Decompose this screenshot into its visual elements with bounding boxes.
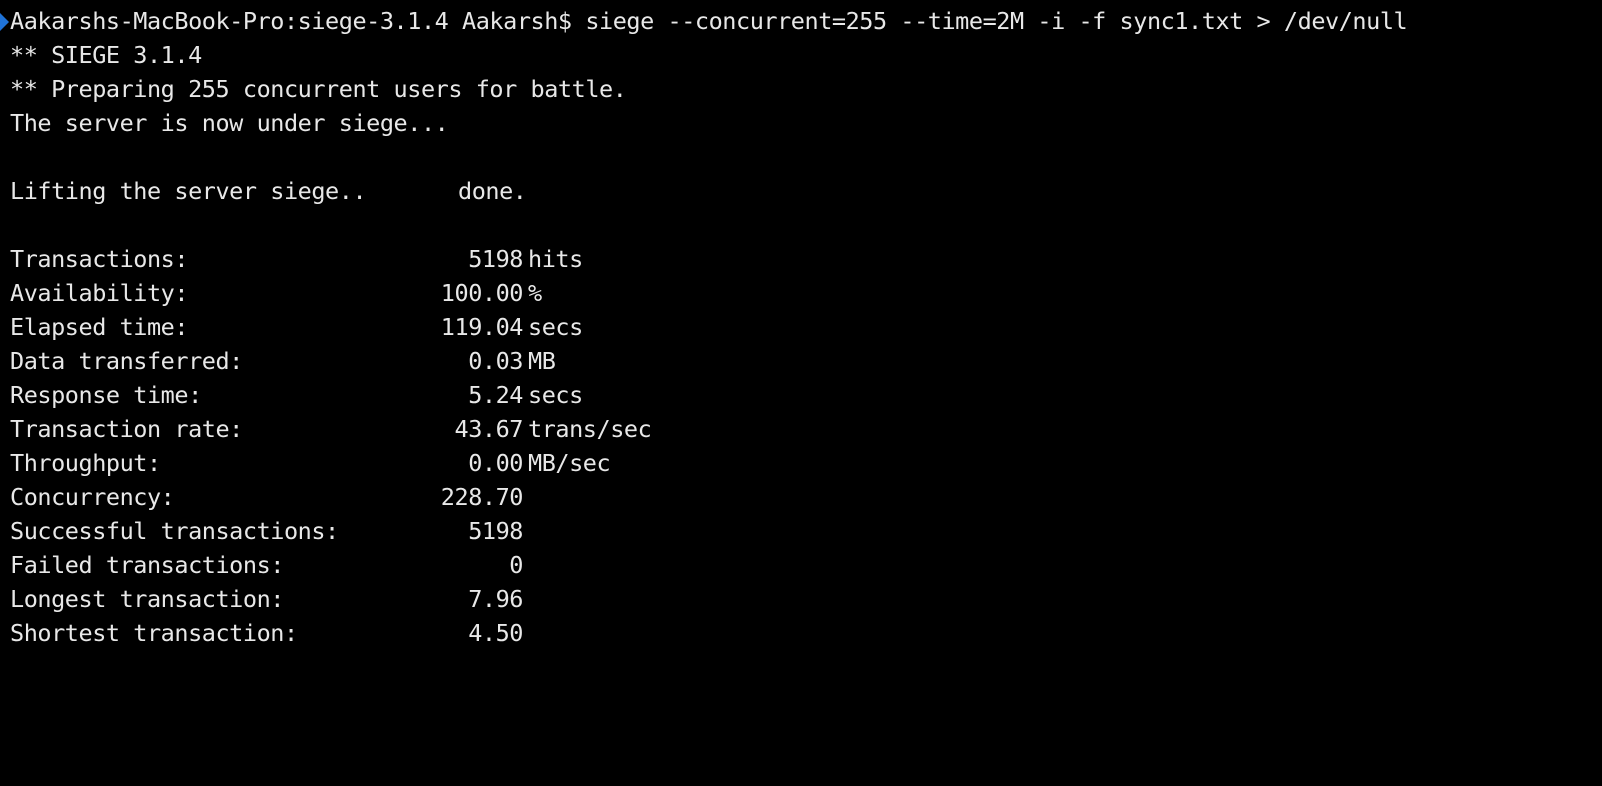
stat-row-elapsed-time: Elapsed time: 119.04 secs xyxy=(10,310,1602,344)
stat-label: Data transferred: xyxy=(10,347,243,375)
stat-value: 7.96 xyxy=(468,585,523,613)
stat-label: Concurrency: xyxy=(10,483,175,511)
stat-row-successful-transactions: Successful transactions: 5198 xyxy=(10,514,1602,548)
stat-label: Transaction rate: xyxy=(10,415,243,443)
stat-value: 43.67 xyxy=(454,415,524,443)
lift-siege-status: done. xyxy=(458,177,527,205)
stat-label: Elapsed time: xyxy=(10,313,189,341)
stat-value: 119.04 xyxy=(440,313,524,341)
stat-row-concurrency: Concurrency: 228.70 xyxy=(10,480,1602,514)
output-line: ** SIEGE 3.1.4 xyxy=(10,41,202,69)
output-line: ** Preparing 255 concurrent users for ba… xyxy=(10,75,627,103)
stat-row-transactions: Transactions: 5198 hits xyxy=(10,242,1602,276)
stat-unit: % xyxy=(528,279,542,307)
terminal-window[interactable]: Aakarshs-MacBook-Pro:siege-3.1.4 Aakarsh… xyxy=(0,0,1602,672)
stat-row-transaction-rate: Transaction rate: 43.67 trans/sec xyxy=(10,412,1602,446)
stat-value: 0.00 xyxy=(468,449,523,477)
stat-row-data-transferred: Data transferred: 0.03 MB xyxy=(10,344,1602,378)
output-line: The server is now under siege... xyxy=(10,109,449,137)
stat-value: 5198 xyxy=(468,517,523,545)
stat-row-throughput: Throughput: 0.00 MB/sec xyxy=(10,446,1602,480)
stat-value: 0.03 xyxy=(468,347,523,375)
stat-unit: MB xyxy=(528,347,556,375)
stat-unit: secs xyxy=(528,313,583,341)
command-prompt-line: Aakarshs-MacBook-Pro:siege-3.1.4 Aakarsh… xyxy=(10,7,1408,35)
stat-label: Successful transactions: xyxy=(10,517,339,545)
stat-label: Transactions: xyxy=(10,245,189,273)
stat-value: 228.70 xyxy=(440,483,524,511)
lift-siege-text: Lifting the server siege.. xyxy=(10,177,367,205)
stat-unit: trans/sec xyxy=(528,415,652,443)
stat-label: Throughput: xyxy=(10,449,161,477)
stat-value: 4.50 xyxy=(468,619,523,647)
command-mark-icon xyxy=(0,13,9,31)
stat-label: Failed transactions: xyxy=(10,551,284,579)
lift-siege-line: Lifting the server siege.. done. xyxy=(10,174,1602,208)
stat-unit: MB/sec xyxy=(528,449,611,477)
stat-unit: hits xyxy=(528,245,583,273)
stat-value: 5.24 xyxy=(468,381,523,409)
stat-value: 100.00 xyxy=(440,279,524,307)
stat-row-longest-transaction: Longest transaction: 7.96 xyxy=(10,582,1602,616)
stat-label: Response time: xyxy=(10,381,202,409)
stat-row-availability: Availability: 100.00 % xyxy=(10,276,1602,310)
stat-value: 5198 xyxy=(468,245,523,273)
stat-label: Longest transaction: xyxy=(10,585,284,613)
stat-unit: secs xyxy=(528,381,583,409)
stat-row-shortest-transaction: Shortest transaction: 4.50 xyxy=(10,616,1602,650)
stat-label: Shortest transaction: xyxy=(10,619,298,647)
stat-row-failed-transactions: Failed transactions: 0 xyxy=(10,548,1602,582)
stat-row-response-time: Response time: 5.24 secs xyxy=(10,378,1602,412)
stat-value: 0 xyxy=(509,551,523,579)
stat-label: Availability: xyxy=(10,279,189,307)
